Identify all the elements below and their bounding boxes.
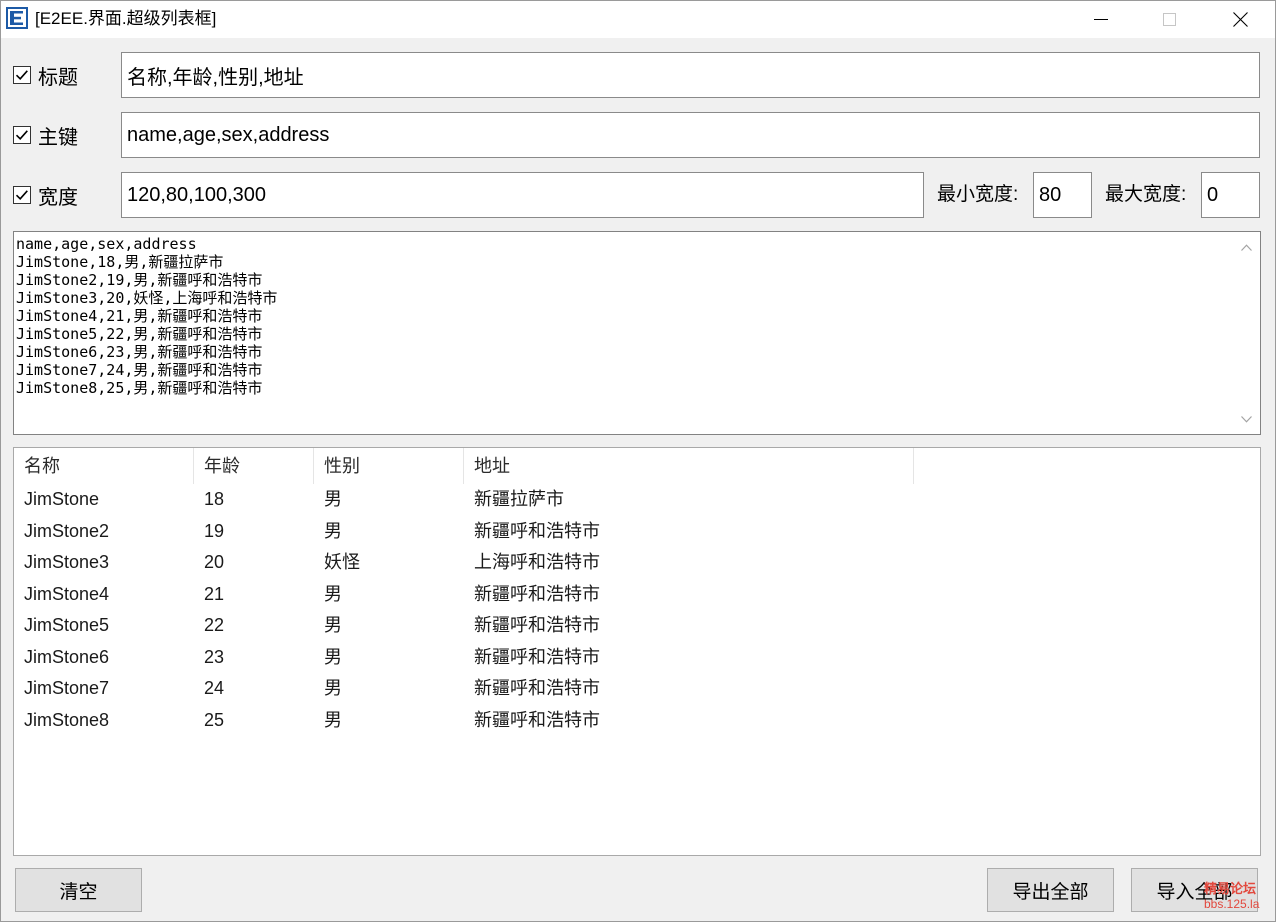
list-row[interactable]: JimStone6 23 男 新疆呼和浩特市 — [14, 642, 1260, 674]
cell-name: JimStone5 — [24, 615, 110, 635]
column-header-name[interactable]: 名称 — [14, 448, 194, 484]
cell-age: 21 — [204, 583, 225, 604]
checkbox-icon — [13, 186, 31, 204]
cell-sex: 妖怪 — [324, 552, 360, 572]
minimize-button[interactable] — [1066, 0, 1136, 38]
cell-sex: 男 — [324, 709, 342, 730]
cell-sex: 男 — [324, 520, 342, 541]
width-checkbox-label: 宽度 — [38, 186, 78, 209]
close-button[interactable] — [1205, 0, 1275, 38]
cell-sex: 男 — [324, 646, 342, 667]
list-body: JimStone 18 男 新疆拉萨市 JimStone2 19 男 新疆呼和浩… — [14, 484, 1260, 736]
scroll-up-button[interactable] — [1232, 232, 1260, 262]
text-line: JimStone,18,男,新疆拉萨市 — [16, 253, 224, 271]
cell-sex: 男 — [324, 583, 342, 604]
max-width-input[interactable] — [1201, 172, 1260, 218]
column-header-age[interactable]: 年龄 — [194, 448, 314, 484]
cell-name: JimStone6 — [24, 646, 110, 667]
title-checkbox-label: 标题 — [38, 66, 78, 89]
max-width-label: 最大宽度: — [1105, 184, 1187, 205]
cell-name: JimStone3 — [24, 552, 110, 572]
cell-name: JimStone — [24, 489, 100, 509]
cell-address: 新疆呼和浩特市 — [474, 583, 600, 604]
text-line: name,age,sex,address — [16, 235, 197, 253]
list-row[interactable]: JimStone3 20 妖怪 上海呼和浩特市 — [14, 547, 1260, 579]
min-width-input[interactable] — [1033, 172, 1092, 218]
column-header-sex[interactable]: 性别 — [314, 448, 464, 484]
cell-name: JimStone2 — [24, 520, 110, 541]
key-checkbox[interactable]: 主键 — [13, 112, 78, 158]
width-input[interactable] — [121, 172, 924, 218]
cell-address: 上海呼和浩特市 — [474, 552, 600, 572]
text-area-scrollbar[interactable] — [1232, 232, 1260, 434]
key-checkbox-label: 主键 — [38, 126, 78, 149]
text-line: JimStone8,25,男,新疆呼和浩特市 — [16, 379, 263, 397]
cell-address: 新疆拉萨市 — [474, 489, 564, 509]
list-row[interactable]: JimStone7 24 男 新疆呼和浩特市 — [14, 673, 1260, 705]
maximize-button[interactable] — [1136, 0, 1202, 38]
chevron-up-icon — [1240, 243, 1252, 251]
checkbox-icon — [13, 126, 31, 144]
cell-sex: 男 — [324, 489, 342, 509]
cell-age: 23 — [204, 646, 225, 667]
cell-age: 20 — [204, 552, 225, 572]
cell-age: 25 — [204, 709, 225, 730]
super-list-view[interactable]: 名称 年龄 性别 地址 JimStone 18 男 新疆拉萨市 JimStone… — [13, 447, 1261, 856]
cell-name: JimStone7 — [24, 678, 110, 698]
title-row: 标题 — [13, 52, 1261, 98]
checkbox-icon — [13, 66, 31, 84]
title-checkbox[interactable]: 标题 — [13, 52, 78, 98]
title-bar[interactable]: [E2EE.界面.超级列表框] — [0, 0, 1276, 38]
chevron-down-icon — [1240, 415, 1252, 423]
width-checkbox[interactable]: 宽度 — [13, 172, 78, 218]
data-text-area[interactable]: name,age,sex,address JimStone,18,男,新疆拉萨市… — [13, 231, 1261, 435]
app-icon[interactable] — [6, 7, 28, 29]
text-line: JimStone2,19,男,新疆呼和浩特市 — [16, 271, 263, 289]
min-width-label: 最小宽度: — [937, 184, 1019, 205]
list-row[interactable]: JimStone5 22 男 新疆呼和浩特市 — [14, 610, 1260, 642]
column-header-address[interactable]: 地址 — [464, 448, 914, 484]
width-row: 宽度 最小宽度: 最大宽度: — [13, 172, 1261, 218]
maximize-icon — [1162, 12, 1176, 26]
scroll-down-button[interactable] — [1232, 404, 1260, 434]
cell-address: 新疆呼和浩特市 — [474, 615, 600, 635]
cell-age: 18 — [204, 489, 225, 509]
cell-age: 24 — [204, 678, 225, 698]
close-icon — [1232, 11, 1248, 27]
cell-address: 新疆呼和浩特市 — [474, 678, 600, 698]
cell-age: 19 — [204, 520, 225, 541]
title-input[interactable] — [121, 52, 1260, 98]
export-all-button[interactable]: 导出全部 — [987, 868, 1114, 912]
key-row: 主键 — [13, 112, 1261, 158]
text-line: JimStone5,22,男,新疆呼和浩特市 — [16, 325, 263, 343]
cell-age: 22 — [204, 615, 225, 635]
list-row[interactable]: JimStone4 21 男 新疆呼和浩特市 — [14, 579, 1260, 611]
text-line: JimStone3,20,妖怪,上海呼和浩特市 — [16, 289, 278, 307]
list-row[interactable]: JimStone2 19 男 新疆呼和浩特市 — [14, 516, 1260, 548]
watermark-title: 精易论坛 — [1204, 881, 1257, 896]
watermark-url: bbs.125.la — [1204, 897, 1260, 911]
cell-name: JimStone4 — [24, 583, 110, 604]
cell-sex: 男 — [324, 678, 342, 698]
cell-address: 新疆呼和浩特市 — [474, 520, 600, 541]
minimize-icon — [1094, 18, 1108, 20]
cell-address: 新疆呼和浩特市 — [474, 646, 600, 667]
cell-address: 新疆呼和浩特市 — [474, 709, 600, 730]
text-area-content: name,age,sex,address JimStone,18,男,新疆拉萨市… — [16, 235, 1230, 397]
cell-sex: 男 — [324, 615, 342, 635]
list-row[interactable]: JimStone8 25 男 新疆呼和浩特市 — [14, 705, 1260, 737]
list-header: 名称 年龄 性别 地址 — [14, 448, 1260, 484]
clear-button[interactable]: 清空 — [15, 868, 142, 912]
cell-name: JimStone8 — [24, 709, 110, 730]
text-line: JimStone6,23,男,新疆呼和浩特市 — [16, 343, 263, 361]
window-title: [E2EE.界面.超级列表框] — [35, 9, 217, 28]
key-input[interactable] — [121, 112, 1260, 158]
text-line: JimStone4,21,男,新疆呼和浩特市 — [16, 307, 263, 325]
text-line: JimStone7,24,男,新疆呼和浩特市 — [16, 361, 263, 379]
list-row[interactable]: JimStone 18 男 新疆拉萨市 — [14, 484, 1260, 516]
